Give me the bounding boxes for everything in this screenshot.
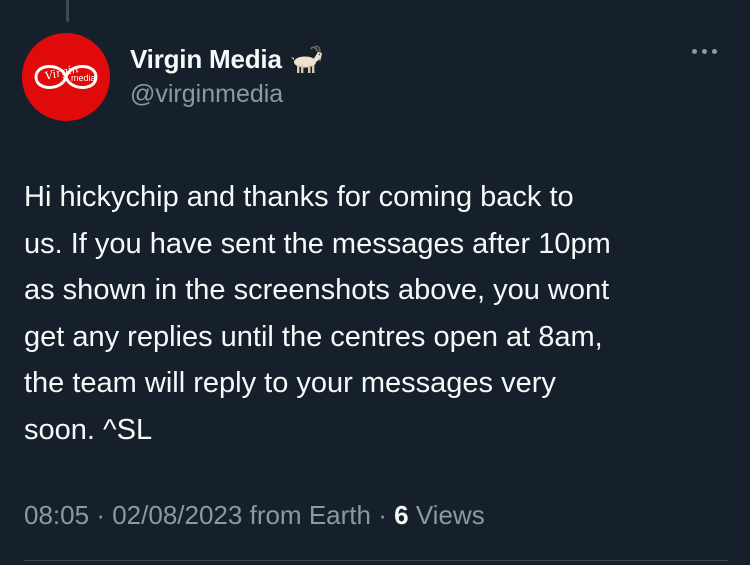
author-name-row: Virgin Media [130, 42, 324, 76]
more-dot [712, 49, 717, 54]
author-handle[interactable]: @virginmedia [130, 80, 324, 109]
author-display-name[interactable]: Virgin Media [130, 44, 282, 75]
tweet-date[interactable]: 02/08/2023 [112, 500, 242, 530]
tweet-metadata: 08:05 · 02/08/2023 from Earth · 6 Views [24, 500, 485, 531]
virgin-media-logo-icon: Virgin media [22, 33, 110, 121]
more-dot [702, 49, 707, 54]
tweet-location: from Earth [249, 500, 371, 530]
more-dot [692, 49, 697, 54]
more-horizontal-icon[interactable] [692, 49, 717, 54]
views-label[interactable]: Views [416, 500, 485, 530]
views-count[interactable]: 6 [394, 500, 408, 530]
meta-separator: · [96, 500, 105, 530]
tweet-author: Virgin Media @virginmedia [130, 42, 324, 109]
thread-connector-line [66, 0, 69, 22]
goat-emoji-icon [290, 44, 324, 74]
svg-text:media: media [71, 73, 96, 83]
tweet-time[interactable]: 08:05 [24, 500, 89, 530]
meta-separator: · [378, 500, 387, 530]
avatar[interactable]: Virgin media [22, 33, 110, 121]
divider [24, 560, 728, 561]
tweet-text: Hi hickychip and thanks for coming back … [24, 181, 611, 446]
